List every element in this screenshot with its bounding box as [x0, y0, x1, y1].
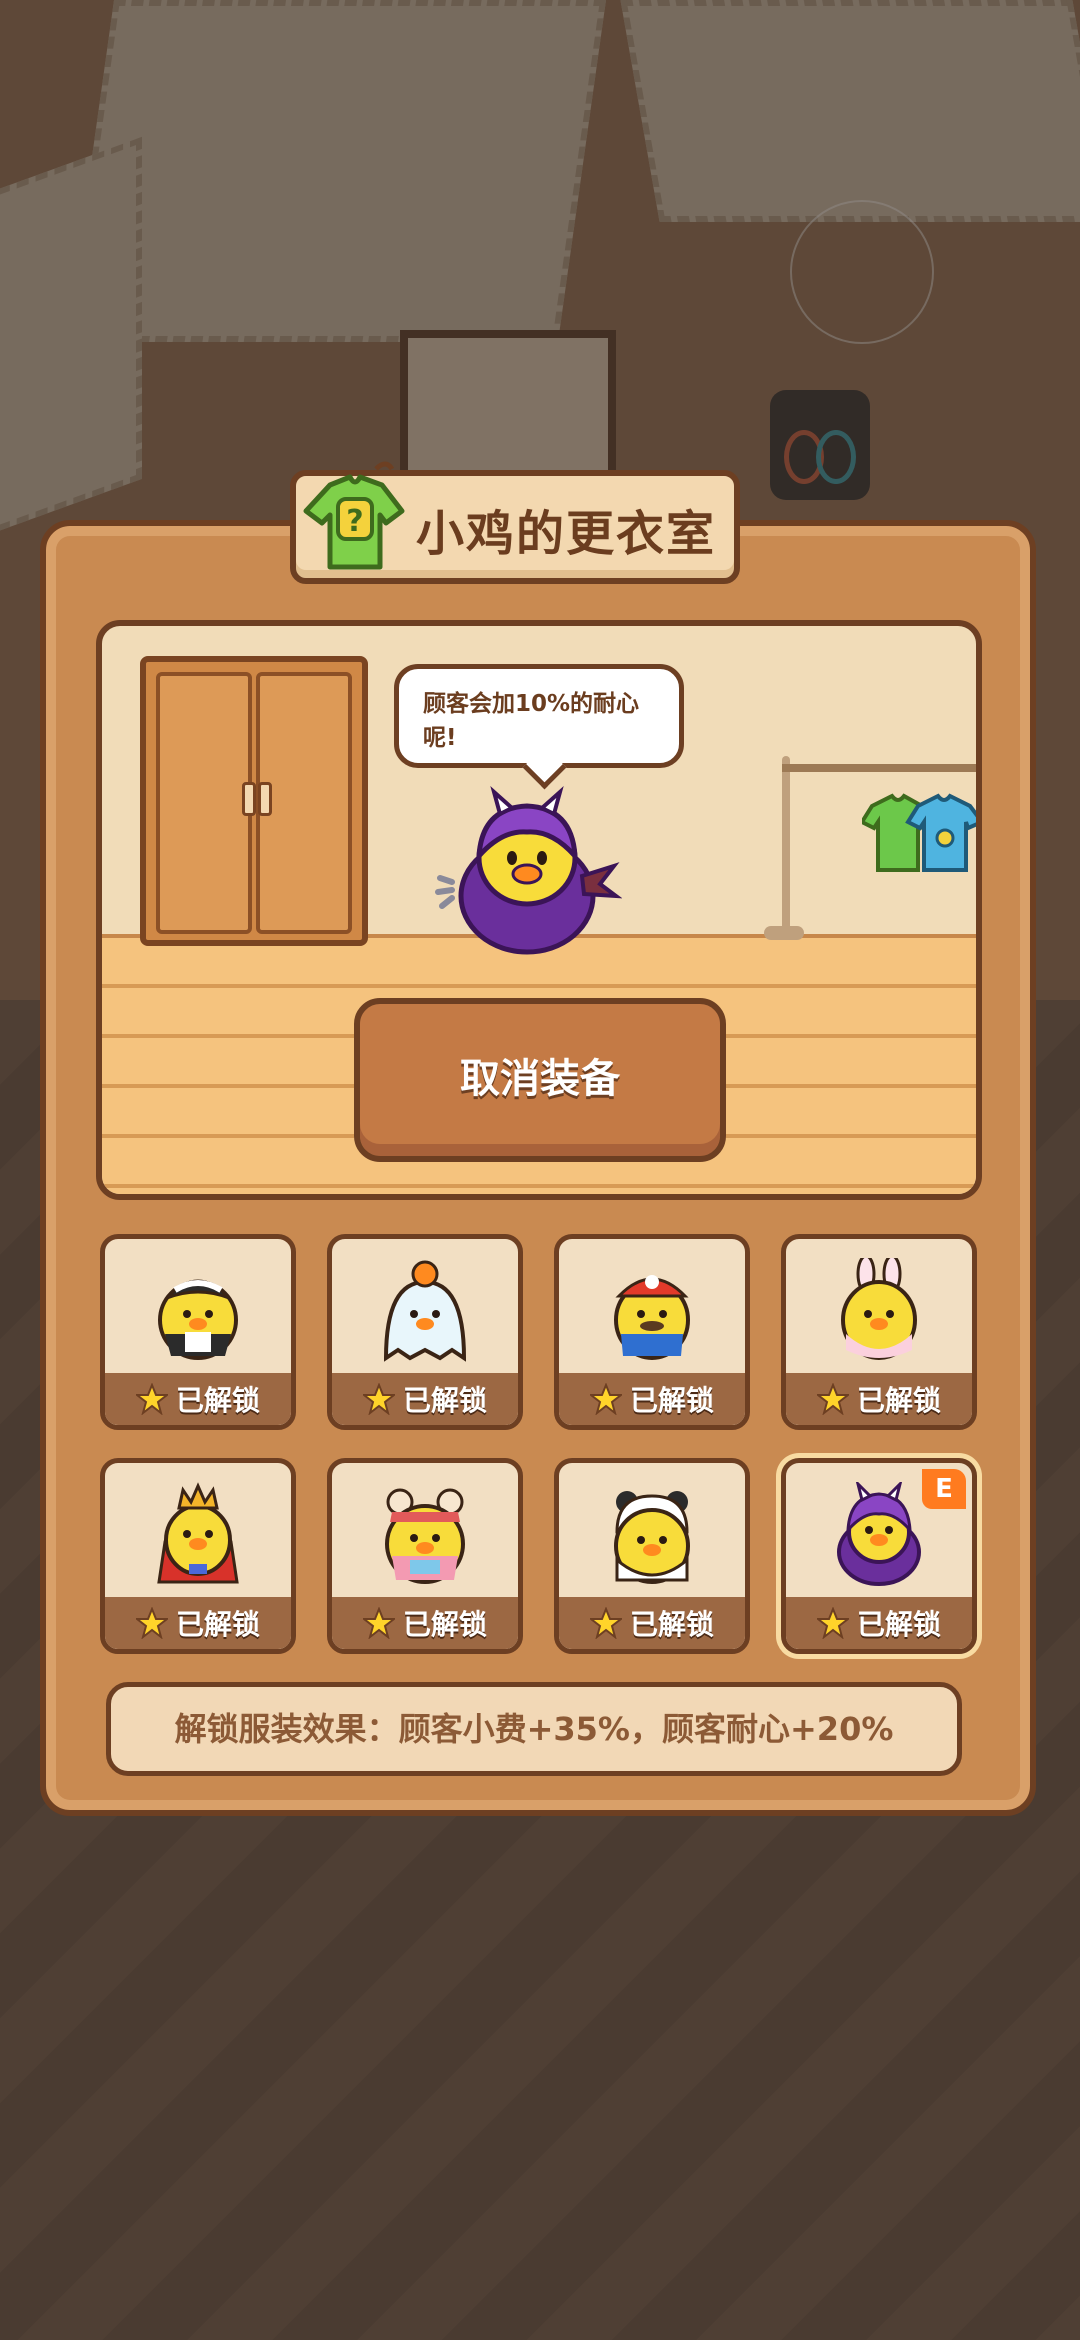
outfit-slot-panda[interactable]: 已解锁 — [554, 1458, 750, 1654]
devil-chick-icon — [837, 1482, 921, 1586]
preview-scene: 顾客会加10%的耐心呢! 取消装备 — [96, 620, 982, 1200]
outfit-status-label: 已解锁 — [629, 1384, 714, 1417]
outfit-slot-king[interactable]: 已解锁 — [100, 1458, 296, 1654]
king-chick-icon — [157, 1482, 239, 1584]
star-icon — [362, 1607, 395, 1639]
mystery-shirt-icon: ? — [303, 461, 405, 570]
bear-chick-icon — [385, 1488, 465, 1584]
outfit-status-bar: 已解锁 — [559, 1373, 745, 1425]
panda-chick-icon — [614, 1491, 690, 1584]
outfit-status-label: 已解锁 — [175, 1384, 260, 1417]
star-icon — [589, 1383, 622, 1415]
wardrobe-knob — [258, 782, 272, 816]
outfit-status-label: 已解锁 — [856, 1608, 941, 1641]
hanging-shirts-icon — [862, 793, 976, 872]
speech-bubble: 顾客会加10%的耐心呢! — [394, 664, 684, 768]
outfit-status-bar: 已解锁 — [105, 1373, 291, 1425]
star-icon — [362, 1383, 395, 1415]
ghost-chick-icon — [383, 1260, 467, 1362]
outfit-status-bar: 已解锁 — [332, 1373, 518, 1425]
wardrobe-door-left — [156, 672, 252, 934]
cancel-equip-button[interactable]: 取消装备 — [354, 998, 726, 1162]
plumber-chick-icon — [614, 1275, 690, 1360]
outfit-slot-bunny[interactable]: 已解锁 — [781, 1234, 977, 1430]
outfit-slot-plumber[interactable]: 已解锁 — [554, 1234, 750, 1430]
svg-text:?: ? — [346, 504, 363, 539]
page-title: 小鸡的更衣室 — [416, 506, 717, 562]
wardrobe-cabinet — [140, 656, 368, 946]
unlock-effect-summary: 解锁服装效果：顾客小费+35%，顾客耐心+20% — [106, 1682, 962, 1776]
outfit-slot-ghost[interactable]: 已解锁 — [327, 1234, 523, 1430]
outfit-slot-devil[interactable]: E 已解锁 — [781, 1458, 977, 1654]
outfit-status-label: 已解锁 — [402, 1384, 487, 1417]
rack-bar — [782, 764, 976, 772]
outfit-status-label: 已解锁 — [856, 1384, 941, 1417]
outfit-grid: 已解锁 已解锁 已解锁 已解锁 已解锁 已解锁 已解锁 E 已解锁 — [100, 1234, 980, 1654]
outfit-status-label: 已解锁 — [629, 1608, 714, 1641]
outfit-status-bar: 已解锁 — [786, 1373, 972, 1425]
outfit-status-bar: 已解锁 — [332, 1597, 518, 1649]
wardrobe-knob — [242, 782, 256, 816]
star-icon — [135, 1607, 168, 1639]
star-icon — [589, 1607, 622, 1639]
rack-pole — [782, 756, 790, 932]
clothes-rack — [764, 756, 976, 940]
outfit-status-label: 已解锁 — [175, 1608, 260, 1641]
chick-character-devil — [435, 786, 622, 955]
rack-base — [764, 926, 804, 940]
star-icon — [816, 1383, 849, 1415]
outfit-slot-bear[interactable]: 已解锁 — [327, 1458, 523, 1654]
star-icon — [135, 1383, 168, 1415]
equipped-badge: E — [922, 1469, 966, 1509]
outfit-status-label: 已解锁 — [402, 1608, 487, 1641]
outfit-status-bar: 已解锁 — [786, 1597, 972, 1649]
outfit-status-bar: 已解锁 — [105, 1597, 291, 1649]
bunny-chick-icon — [841, 1258, 917, 1360]
maid-chick-icon — [158, 1279, 238, 1360]
star-icon — [816, 1607, 849, 1639]
outfit-slot-maid[interactable]: 已解锁 — [100, 1234, 296, 1430]
outfit-status-bar: 已解锁 — [559, 1597, 745, 1649]
